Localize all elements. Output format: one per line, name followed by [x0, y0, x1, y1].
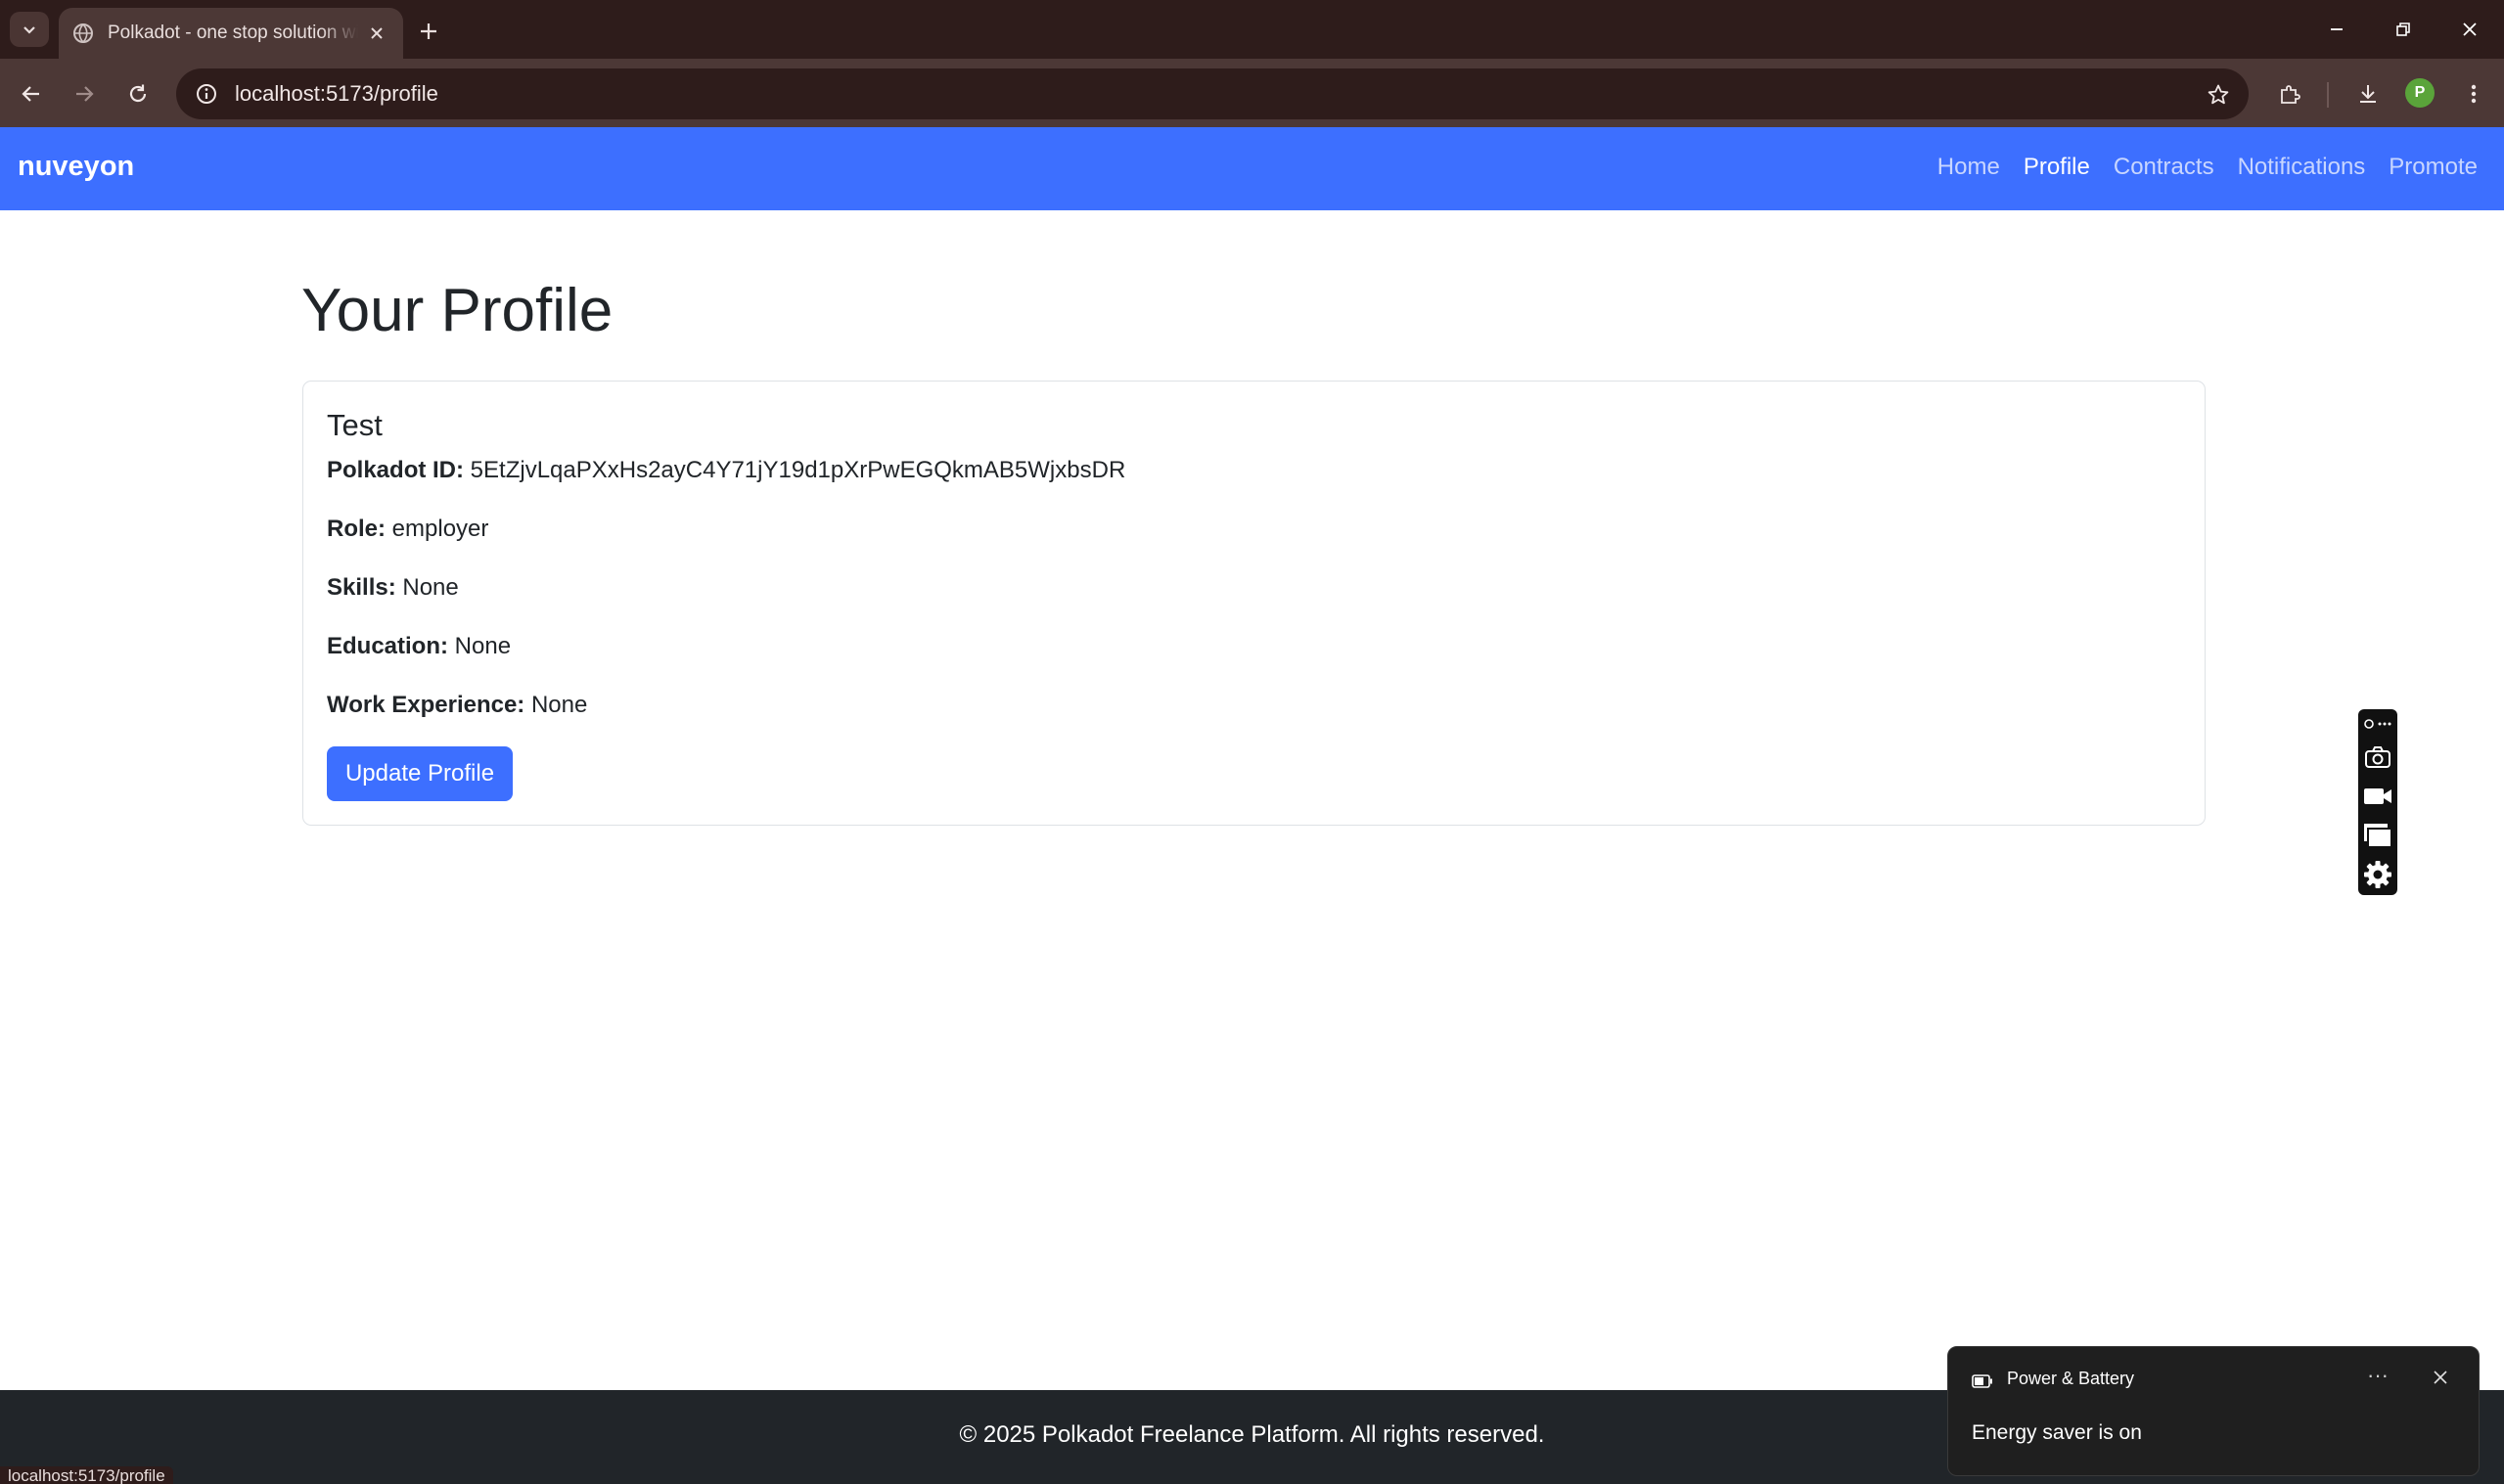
- field-label: Polkadot ID:: [327, 457, 471, 483]
- field-label: Education:: [327, 633, 455, 659]
- capture-toolbar: [2358, 709, 2397, 895]
- brand-logo[interactable]: nuveyon: [18, 151, 134, 183]
- site-info-icon[interactable]: [182, 68, 231, 119]
- app-navbar: nuveyon Home Profile Contracts Notificat…: [0, 127, 2504, 210]
- arrow-left-icon: [22, 86, 39, 102]
- browser-tab[interactable]: Polkadot - one stop solution wi: [59, 8, 403, 59]
- pin-more-icon[interactable]: [2360, 713, 2395, 735]
- profile-card: Test Polkadot ID: 5EtZjvLqaPXxHs2ayC4Y71…: [302, 381, 2206, 826]
- new-tab-button[interactable]: [411, 14, 446, 49]
- nav-promote[interactable]: Promote: [2389, 154, 2478, 181]
- field-polkadot-id: Polkadot ID: 5EtZjvLqaPXxHs2ayC4Y71jY19d…: [327, 457, 1125, 484]
- reload-button[interactable]: [118, 74, 158, 113]
- window-icon[interactable]: [2360, 819, 2395, 852]
- close-window-button[interactable]: [2442, 10, 2497, 49]
- field-label: Skills:: [327, 574, 403, 601]
- nav-contracts[interactable]: Contracts: [2114, 154, 2214, 181]
- field-education: Education: None: [327, 633, 511, 660]
- field-label: Role:: [327, 516, 392, 542]
- browser-toolbar: localhost:5173/profile: [0, 59, 2504, 127]
- chevron-down-icon: [23, 26, 35, 34]
- page-title: Your Profile: [301, 277, 614, 344]
- download-icon: [2360, 85, 2376, 103]
- battery-icon: [1972, 1374, 1992, 1388]
- field-label: Work Experience:: [327, 692, 531, 718]
- field-value: None: [530, 692, 588, 718]
- profile-name: Test: [327, 408, 383, 442]
- restore-icon: [2396, 22, 2410, 36]
- restore-button[interactable]: [2376, 10, 2431, 49]
- downloads-button[interactable]: [2348, 74, 2388, 113]
- more-vertical-icon: [2471, 84, 2477, 104]
- toast-title: Power & Battery: [2007, 1369, 2135, 1388]
- camera-icon[interactable]: [2360, 741, 2395, 774]
- browser-tab-bar: Polkadot - one stop solution wi: [0, 0, 2504, 59]
- url-text: localhost:5173/profile: [235, 81, 438, 106]
- nav-links: Home Profile Contracts Notifications Pro…: [1937, 154, 2478, 181]
- tab-close-icon[interactable]: [364, 21, 389, 46]
- globe-icon: [73, 23, 93, 43]
- toolbar-divider: [2327, 82, 2329, 108]
- field-value: None: [454, 633, 512, 659]
- field-value: employer: [391, 516, 489, 542]
- forward-button[interactable]: [65, 74, 104, 113]
- profile-avatar[interactable]: P: [2405, 78, 2435, 108]
- reload-icon: [129, 84, 147, 103]
- nav-home[interactable]: Home: [1937, 154, 2000, 181]
- address-bar[interactable]: localhost:5173/profile: [176, 68, 2249, 119]
- tab-search-button[interactable]: [10, 12, 49, 47]
- field-value: None: [402, 574, 459, 601]
- puzzle-icon: [2281, 85, 2300, 104]
- minimize-icon: [2331, 28, 2343, 30]
- toast-close-icon[interactable]: [2428, 1365, 2453, 1390]
- extensions-button[interactable]: [2270, 74, 2309, 113]
- gear-icon[interactable]: [2360, 858, 2395, 891]
- toast-message: Energy saver is on: [1972, 1421, 2142, 1444]
- browser-menu-button[interactable]: [2454, 74, 2493, 113]
- update-profile-button[interactable]: Update Profile: [327, 746, 513, 801]
- field-role: Role: employer: [327, 516, 488, 543]
- close-icon: [2463, 22, 2477, 36]
- field-skills: Skills: None: [327, 574, 459, 602]
- back-button[interactable]: [12, 74, 51, 113]
- nav-profile[interactable]: Profile: [2024, 154, 2090, 181]
- toast-more-options[interactable]: ···: [2361, 1363, 2394, 1392]
- plus-icon: [421, 23, 436, 39]
- video-icon[interactable]: [2360, 780, 2395, 813]
- field-work-experience: Work Experience: None: [327, 692, 587, 719]
- arrow-right-icon: [76, 86, 94, 102]
- bookmark-star-icon[interactable]: [2204, 80, 2233, 110]
- field-value: 5EtZjvLqaPXxHs2ayC4Y71jY19d1pXrPwEGQkmAB…: [470, 457, 1126, 483]
- tab-title: Polkadot - one stop solution wi: [108, 22, 358, 43]
- energy-saver-toast[interactable]: Power & Battery ··· Energy saver is on: [1947, 1346, 2480, 1476]
- link-status-bubble: localhost:5173/profile: [0, 1466, 173, 1484]
- nav-notifications[interactable]: Notifications: [2238, 154, 2366, 181]
- minimize-button[interactable]: [2309, 10, 2364, 49]
